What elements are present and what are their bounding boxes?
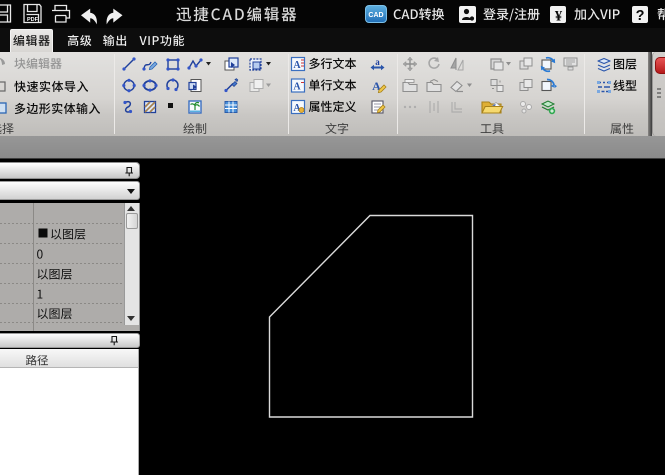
svg-text:CAD: CAD bbox=[368, 12, 383, 19]
svg-text:PDF: PDF bbox=[27, 17, 39, 23]
svg-text:A: A bbox=[293, 60, 301, 71]
svg-text:A: A bbox=[293, 82, 301, 93]
svg-text:?: ? bbox=[636, 8, 645, 24]
svg-text:a: a bbox=[375, 57, 380, 67]
svg-text:¥: ¥ bbox=[555, 9, 563, 25]
